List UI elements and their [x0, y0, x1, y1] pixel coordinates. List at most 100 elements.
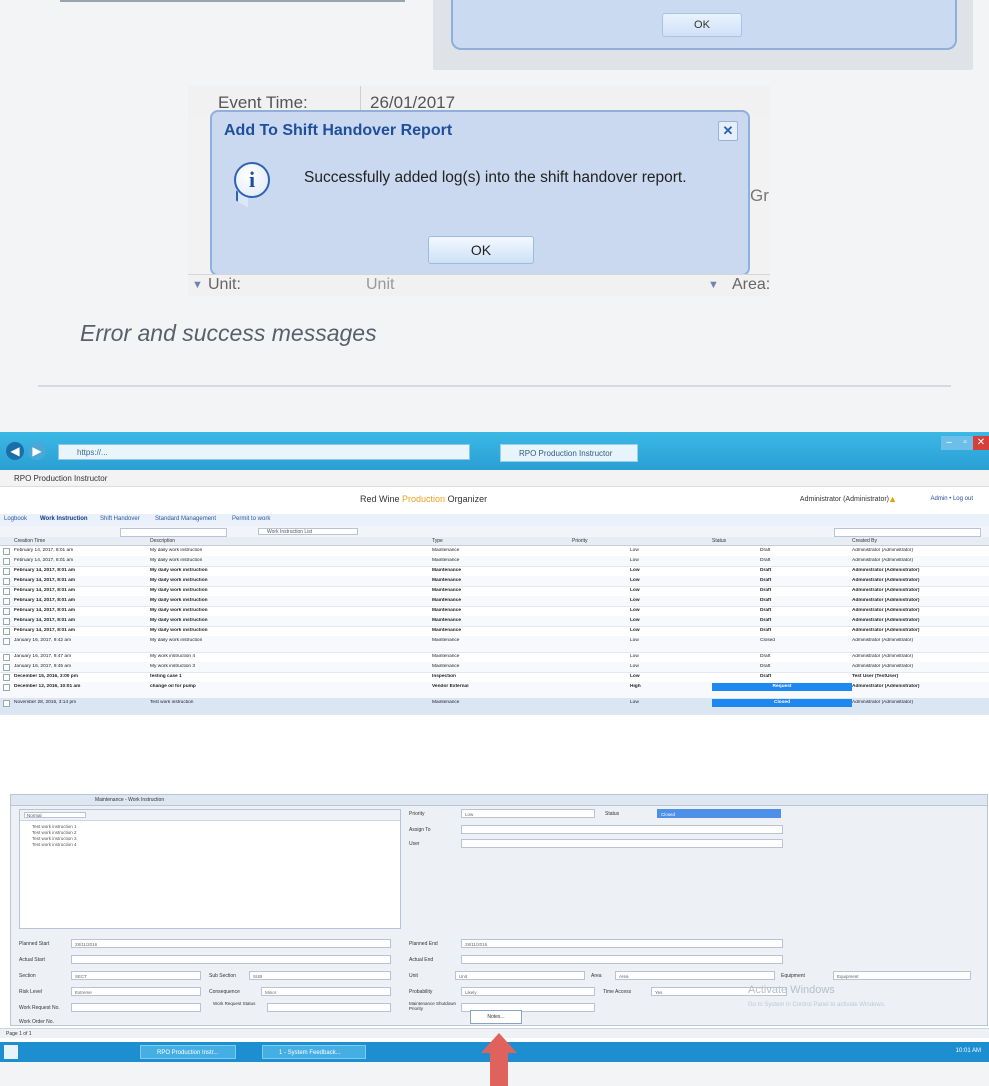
cell-created-by: Administrator (Administrator) — [852, 638, 914, 643]
col-priority[interactable]: Priority — [572, 538, 588, 544]
cell-priority: Low — [630, 558, 639, 563]
subsection-select[interactable]: SUB — [249, 971, 391, 980]
cell-type: Maintenance — [432, 578, 462, 583]
work-request-input[interactable] — [71, 1003, 201, 1012]
table-row[interactable]: January 16, 2017, 9:42 am My daily work i… — [0, 636, 989, 653]
favorites-bar[interactable]: RPO Production Instructor — [0, 470, 989, 487]
cell-type: Maintenance — [432, 548, 460, 553]
unit-select[interactable]: Unit — [366, 276, 394, 294]
search-input[interactable] — [120, 528, 227, 537]
cell-description: change oil for pump — [150, 684, 196, 689]
editor-line: Test work instruction 1 — [32, 824, 77, 829]
cell-type: Maintenance — [432, 638, 460, 643]
back-icon[interactable]: ◀ — [6, 442, 24, 460]
row-checkbox[interactable] — [3, 654, 10, 661]
row-checkbox[interactable] — [3, 598, 10, 605]
col-created-by[interactable]: Created By — [852, 538, 877, 544]
planned-start-input[interactable]: 28/11/2016 — [71, 939, 391, 948]
error-dialog-body: OK — [451, 0, 957, 50]
consequence-label: Consequence — [209, 989, 240, 995]
cell-created-by: Administrator (Administrator) — [852, 628, 920, 633]
cell-creation-time: December 15, 2016, 3:00 pm — [14, 674, 78, 679]
close-icon[interactable]: ✕ — [718, 121, 738, 141]
forward-icon[interactable]: ▶ — [28, 442, 46, 460]
tab-work-instruction[interactable]: Work Instruction — [40, 516, 88, 522]
tab-permit-to-work[interactable]: Permit to work — [232, 516, 270, 522]
rich-text-editor[interactable]: Normal Test work instruction 1 Test work… — [19, 809, 401, 929]
row-checkbox[interactable] — [3, 684, 10, 691]
actual-start-input[interactable] — [71, 955, 391, 964]
work-request-status — [267, 1003, 391, 1012]
cell-type: Maintenance — [432, 588, 462, 593]
user-menu-link[interactable]: Admin • Log out — [931, 496, 973, 502]
cell-status: Draft — [760, 674, 772, 679]
row-checkbox[interactable] — [3, 568, 10, 575]
windows-start-icon[interactable] — [4, 1045, 18, 1059]
risk-level-select[interactable]: Extreme — [71, 987, 201, 996]
unit-label: Unit: — [208, 276, 241, 293]
consequence-select[interactable]: Minor — [261, 987, 391, 996]
area-select[interactable]: Area — [615, 971, 775, 980]
planned-end-input[interactable]: 28/11/2016 — [461, 939, 783, 948]
cell-priority: Low — [630, 618, 640, 623]
row-checkbox[interactable] — [3, 664, 10, 671]
row-checkbox[interactable] — [3, 628, 10, 635]
cell-description: My daily work instruction — [150, 548, 203, 553]
chevron-down-icon[interactable]: ▼ — [192, 279, 203, 291]
tab-shift-handover[interactable]: Shift Handover — [100, 516, 140, 522]
assign-to-select[interactable] — [461, 825, 783, 834]
priority-select[interactable]: Low — [461, 809, 595, 818]
chevron-down-icon[interactable]: ▼ — [708, 279, 719, 291]
col-creation-time[interactable]: Creation Time — [14, 538, 45, 544]
notes-button[interactable]: Notes... — [470, 1010, 522, 1024]
cropped-divider — [60, 0, 405, 2]
probability-label: Probability — [409, 989, 433, 995]
browser-tab[interactable]: RPO Production Instructor — [500, 444, 638, 462]
tab-standard-management[interactable]: Standard Management — [155, 516, 216, 522]
cropped-label-fragment: Gr — [750, 186, 769, 205]
status-badge: Request — [712, 683, 852, 691]
cell-description: My daily work instruction — [150, 558, 203, 563]
work-request-status-label: Work Request Status — [213, 1001, 256, 1006]
list-select[interactable]: Work Instruction List — [258, 528, 358, 535]
tab-logbook[interactable]: Logbook — [4, 516, 27, 522]
close-icon[interactable]: ✕ — [973, 436, 989, 450]
filter-input[interactable] — [834, 528, 981, 537]
format-select[interactable]: Normal — [24, 812, 86, 818]
row-checkbox[interactable] — [3, 638, 10, 645]
probability-select[interactable]: Likely — [461, 987, 595, 996]
row-checkbox[interactable] — [3, 700, 10, 707]
col-status[interactable]: Status — [712, 538, 726, 544]
status-select[interactable]: Closed — [657, 809, 781, 818]
cell-type: Maintenance — [432, 700, 460, 705]
taskbar-item[interactable]: 1 - System Feedback... — [262, 1045, 366, 1059]
red-arrow-head — [481, 1033, 517, 1053]
ok-button[interactable]: OK — [428, 236, 534, 264]
actual-end-input[interactable] — [461, 955, 783, 964]
row-checkbox[interactable] — [3, 588, 10, 595]
row-checkbox[interactable] — [3, 674, 10, 681]
row-checkbox[interactable] — [3, 578, 10, 585]
brand-mid: Production — [402, 494, 446, 504]
table-row[interactable]: December 12, 2016, 10:01 am change oil fo… — [0, 682, 989, 699]
row-checkbox[interactable] — [3, 558, 10, 565]
maximize-icon[interactable]: ▫ — [957, 436, 973, 450]
row-checkbox[interactable] — [3, 608, 10, 615]
cell-created-by: Administrator (Administrator) — [852, 664, 914, 669]
user-select[interactable] — [461, 839, 783, 848]
app-screenshot: ◀ ▶ https://... RPO Production Instructo… — [0, 432, 989, 1062]
ok-button[interactable]: OK — [662, 13, 742, 37]
row-checkbox[interactable] — [3, 548, 10, 555]
minimize-icon[interactable]: – — [941, 436, 957, 450]
address-bar[interactable]: https://... — [58, 444, 470, 460]
table-row[interactable]: November 28, 2016, 3:14 pm Test work inst… — [0, 698, 989, 715]
row-checkbox[interactable] — [3, 618, 10, 625]
taskbar-item[interactable]: RPO Production Instr... — [140, 1045, 236, 1059]
section-select[interactable]: SECT — [71, 971, 201, 980]
unit-select[interactable]: Unit — [455, 971, 585, 980]
red-arrow-shaft — [490, 1052, 508, 1086]
col-type[interactable]: Type — [432, 538, 443, 544]
col-description[interactable]: Description — [150, 538, 175, 544]
cell-created-by: Administrator (Administrator) — [852, 598, 920, 603]
equipment-select[interactable]: Equipment — [833, 971, 971, 980]
